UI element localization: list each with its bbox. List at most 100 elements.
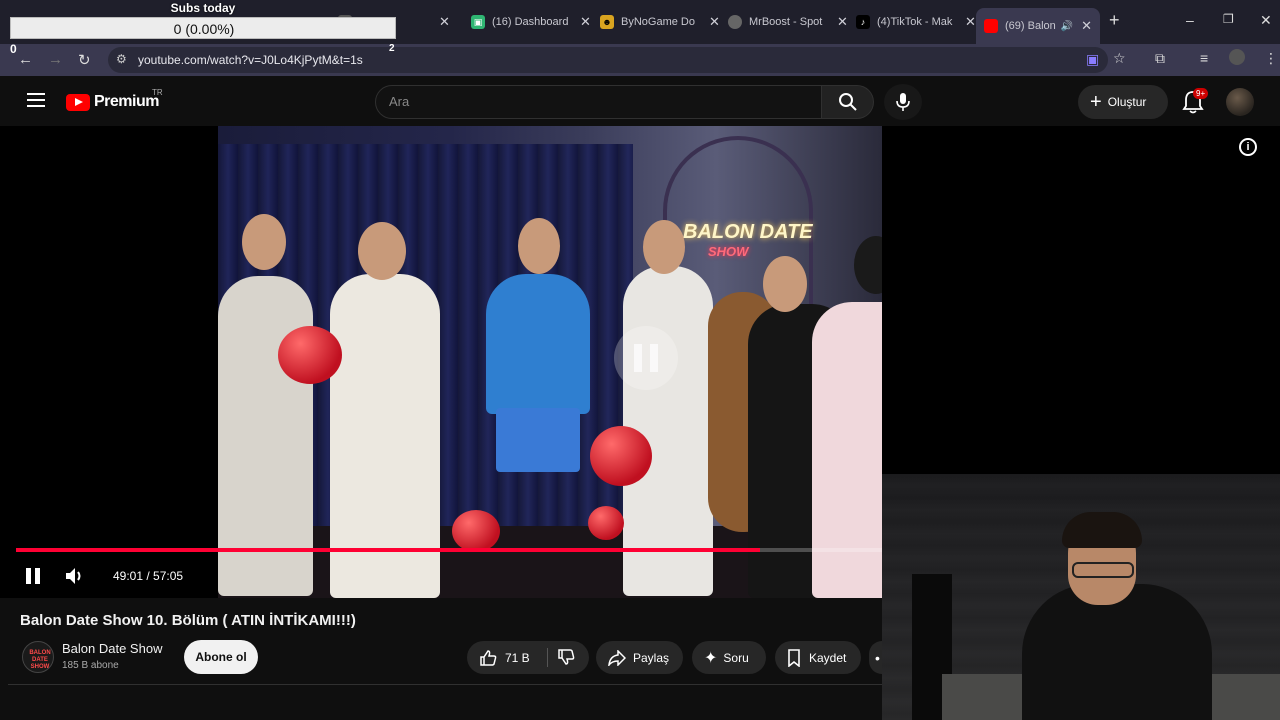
notification-badge: 9+ [1193, 88, 1209, 99]
like-icon[interactable] [479, 649, 497, 667]
tab-title: MrBoost - Spot [749, 16, 823, 28]
reload-icon[interactable]: ↻ [78, 51, 91, 69]
person-shorts [496, 408, 580, 472]
tab-title: (16) Dashboard [492, 16, 569, 28]
subs-goal-number: 2 [389, 43, 395, 54]
youtube-logo[interactable]: Premium [66, 93, 159, 111]
subs-label: Subs today [170, 1, 236, 15]
country-code: TR [152, 88, 163, 97]
ask-button[interactable]: ✦ Soru [692, 641, 766, 674]
browser-tab-active[interactable]: (69) Balon D 🔊 ✕ [976, 8, 1100, 44]
restore-icon[interactable]: ❐ [1223, 12, 1234, 26]
new-tab-icon[interactable]: + [1109, 10, 1120, 31]
browser-tab-5[interactable]: ♪ (4)TikTok - Mak ✕ [848, 8, 984, 36]
channel-avatar[interactable]: BALON DATE SHOW [22, 641, 54, 673]
back-icon[interactable]: ← [18, 51, 33, 68]
info-icon[interactable]: i [1239, 138, 1257, 156]
window-close-icon[interactable]: ✕ [1260, 12, 1272, 29]
share-button[interactable]: Paylaş [596, 641, 683, 674]
person-head [518, 218, 560, 274]
person-head [763, 256, 807, 312]
globe-icon [728, 15, 742, 29]
youtube-header: Premium TR + Oluştur 9+ [0, 78, 1280, 126]
media-controls-icon[interactable]: ≡ [1200, 50, 1208, 66]
search-input[interactable] [389, 94, 809, 109]
tab-title: ByNoGame Do [621, 16, 695, 28]
browser-tab-4[interactable]: MrBoost - Spot ✕ [720, 8, 856, 36]
person-head [643, 220, 685, 274]
subs-start-number: 0 [10, 42, 17, 56]
menu-icon[interactable] [27, 93, 45, 107]
progress-bar[interactable] [16, 548, 882, 552]
user-avatar[interactable] [1226, 88, 1254, 116]
more-icon: • [875, 649, 880, 666]
profile-avatar[interactable] [1229, 49, 1245, 65]
speaker-icon[interactable]: 🔊 [1061, 21, 1073, 32]
forward-icon[interactable]: → [48, 51, 63, 68]
close-icon[interactable]: ✕ [709, 14, 720, 30]
save-label: Kaydet [809, 650, 847, 665]
dislike-icon[interactable] [557, 648, 575, 666]
pause-indicator-icon [614, 326, 678, 390]
subs-progress-bar: 0 (0.00%) [10, 17, 396, 39]
time-display: 49:01 / 57:05 [113, 569, 184, 583]
create-button[interactable]: + Oluştur [1078, 85, 1168, 119]
bookmark-star-icon[interactable]: ☆ [1113, 50, 1126, 67]
site-info-icon[interactable]: ⚙ [116, 52, 127, 66]
microphone-icon [896, 93, 910, 111]
person-figure [486, 274, 590, 414]
subscriber-count: 185 B abone [62, 660, 119, 671]
red-balloon [588, 506, 624, 540]
subscribe-button[interactable]: Abone ol [184, 640, 258, 674]
bynogame-icon: ☻ [600, 15, 614, 29]
channel-avatar-text: BALON DATE SHOW [29, 650, 51, 670]
red-balloon [590, 426, 652, 486]
browser-tab-3[interactable]: ☻ ByNoGame Do ✕ [592, 8, 728, 36]
share-icon [608, 649, 626, 666]
create-label: Oluştur [1107, 95, 1147, 109]
person-figure [812, 302, 882, 598]
streamer-glasses [1072, 562, 1134, 578]
close-icon[interactable]: ✕ [965, 14, 976, 30]
like-count: 71 B [505, 650, 530, 665]
like-divider [547, 648, 548, 667]
pause-icon[interactable] [25, 568, 41, 584]
menu-dots-icon[interactable]: ⋮ [1264, 50, 1278, 67]
person-head [358, 222, 406, 280]
youtube-icon [984, 19, 998, 33]
neon-sign-text: BALON DATE [683, 221, 813, 243]
red-balloon [278, 326, 342, 384]
close-icon[interactable]: ✕ [837, 14, 848, 30]
streamer-body [1022, 584, 1212, 720]
search-box[interactable] [375, 85, 822, 119]
address-bar[interactable]: ⚙ youtube.com/watch?v=J0Lo4KjPytM&t=1s ▣ [108, 47, 1108, 73]
tiktok-icon: ♪ [856, 15, 870, 29]
more-actions-button[interactable]: • [869, 641, 882, 674]
dashboard-icon: ▣ [471, 15, 485, 29]
save-button[interactable]: Kaydet [775, 641, 861, 674]
red-balloon [452, 510, 500, 552]
volume-icon[interactable] [64, 566, 86, 586]
voice-search-button[interactable] [884, 84, 922, 120]
close-icon[interactable]: ✕ [439, 14, 450, 30]
like-dislike-group: 71 B [467, 641, 589, 674]
search-icon [838, 93, 857, 111]
webcam-overlay [882, 474, 1280, 720]
progress-played [16, 548, 760, 552]
close-icon[interactable]: ✕ [1081, 18, 1092, 34]
extensions-icon[interactable]: ⧉ [1155, 50, 1165, 67]
video-title: Balon Date Show 10. Bölüm ( ATIN İNTİKAM… [20, 612, 356, 629]
cast-icon[interactable]: ▣ [1086, 51, 1099, 68]
search-button[interactable] [822, 85, 874, 119]
subs-value: 0 (0.00%) [173, 21, 235, 37]
neon-sign-subtext: SHOW [708, 244, 749, 259]
channel-name[interactable]: Balon Date Show [62, 641, 162, 656]
minimize-icon[interactable]: – [1186, 12, 1194, 28]
share-label: Paylaş [633, 650, 670, 665]
close-icon[interactable]: ✕ [580, 14, 591, 30]
brand-label: Premium [94, 93, 159, 110]
url-text: youtube.com/watch?v=J0Lo4KjPytM&t=1s [138, 53, 363, 67]
browser-tab-2[interactable]: ▣ (16) Dashboard ✕ [463, 8, 599, 36]
browser-toolbar: ← → ↻ ⚙ youtube.com/watch?v=J0Lo4KjPytM&… [0, 44, 1280, 76]
person-head [242, 214, 286, 270]
